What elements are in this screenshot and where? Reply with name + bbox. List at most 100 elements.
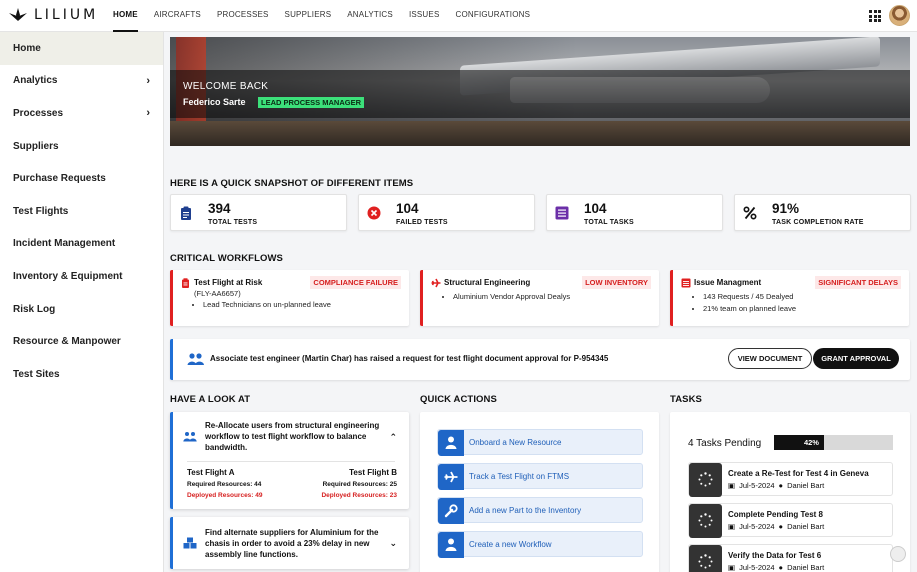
tasks-pending-count: 4 Tasks Pending [688,438,762,449]
chevron-down-icon[interactable]: ⌄ [389,538,397,549]
hero-banner: WELCOME BACK Federico Sarte LEAD PROCESS… [170,37,910,146]
critical-card-issue-management[interactable]: Issue Managment SIGNIFICANT DELAYS 143 R… [670,270,909,326]
critical-card-bullets: 143 Requests / 45 Dealyed 21% team on pl… [703,292,796,316]
calendar-icon: ▣ [728,563,736,572]
status-badge: COMPLIANCE FAILURE [310,276,401,289]
nav-suppliers[interactable]: SUPPLIERS [285,0,332,32]
sidebar-item-risk-log[interactable]: Risk Log [0,293,163,326]
task-item[interactable]: Verify the Data for Test 6 ▣ Jul-5-2024 ● D… [688,544,893,572]
nav-aircrafts[interactable]: AIRCRAFTS [154,0,201,32]
sidebar: Home Analytics › Processes › Suppliers Pur… [0,32,164,572]
task-title: Complete Pending Test 8 [728,510,823,519]
progress-fill: 42% [774,435,824,450]
user-icon: ● [778,481,784,490]
sidebar-item-test-sites[interactable]: Test Sites [0,358,163,391]
status-badge: LOW INVENTORY [582,276,651,289]
person-icon [445,436,457,449]
status-badge: SIGNIFICANT DELAYS [815,276,901,289]
avatar[interactable] [889,5,910,26]
quick-action-label: Add a new Part to the Inventory [469,506,582,515]
task-title: Verify the Data for Test 6 [728,551,822,560]
sidebar-item-test-flights[interactable]: Test Flights [0,195,163,228]
main-content: WELCOME BACK Federico Sarte LEAD PROCESS… [164,32,917,572]
chevron-up-icon[interactable]: ⌃ [389,432,397,443]
deployed-resources-a: Deployed Resources: 49 [187,492,263,499]
stat-value: 91% [772,201,800,216]
sidebar-item-purchase-requests[interactable]: Purchase Requests [0,162,163,195]
recommendation-card-suppliers[interactable]: Find alternate suppliers for Aluminium f… [170,517,409,569]
critical-card-bullets: Aluminium Vendor Approval Dealys [453,292,570,304]
deployed-resources-b: Deployed Resources: 23 [321,492,397,499]
stat-label: FAILED TESTS [396,219,448,226]
stat-card-completion-rate[interactable]: 91% TASK COMPLETION RATE [734,194,911,231]
spinner-icon [698,472,713,487]
critical-card-title: Test Flight at Risk [194,278,263,287]
sidebar-item-inventory-equipment[interactable]: Inventory & Equipment [0,260,163,293]
sidebar-item-suppliers[interactable]: Suppliers [0,130,163,163]
floating-help-button[interactable] [890,546,906,562]
user-name: Federico Sarte [183,97,246,107]
task-user: Daniel Bart [787,563,825,572]
user-icon: ● [778,563,784,572]
nav-issues[interactable]: ISSUES [409,0,440,32]
critical-card-test-flight[interactable]: Test Flight at Risk (FLY-AA6657) COMPLIA… [170,270,409,326]
list-icon [555,206,569,220]
required-resources-a: Required Resources: 44 [187,481,262,488]
recommendation-text: Find alternate suppliers for Aluminium f… [205,528,379,559]
wrench-icon [444,504,458,518]
critical-card-title: Structural Engineering [444,278,531,287]
view-document-button[interactable]: VIEW DOCUMENT [728,348,812,369]
clipboard-icon [181,206,191,220]
stat-card-failed-tests[interactable]: 104 FAILED TESTS [358,194,535,231]
stat-value: 104 [396,201,419,216]
nav-analytics[interactable]: ANALYTICS [347,0,393,32]
task-user: Daniel Bart [787,481,825,490]
role-badge: LEAD PROCESS MANAGER [258,97,365,108]
tasks-title: TASKS [670,394,702,405]
stat-label: TOTAL TESTS [208,219,258,226]
stat-card-total-tests[interactable]: 394 TOTAL TESTS [170,194,347,231]
brand-name: LILIUM [34,7,99,23]
user-icon: ● [778,522,784,531]
grant-approval-button[interactable]: GRANT APPROVAL [813,348,899,369]
sidebar-item-resource-manpower[interactable]: Resource & Manpower [0,325,163,358]
task-user: Daniel Bart [787,522,825,531]
quick-actions-title: QUICK ACTIONS [420,394,497,405]
nav-configurations[interactable]: CONFIGURATIONS [455,0,530,32]
quick-action-create-workflow[interactable]: Create a new Workflow [437,531,643,558]
stat-card-total-tasks[interactable]: 104 TOTAL TASKS [546,194,723,231]
critical-card-structural[interactable]: Structural Engineering LOW INVENTORY Alu… [420,270,659,326]
x-circle-icon [367,206,381,220]
recommendation-text: Re-Allocate users from structural engine… [205,421,380,452]
nav-home[interactable]: HOME [113,0,138,32]
apps-grid-icon[interactable] [869,10,881,22]
required-resources-b: Required Resources: 25 [322,481,397,488]
welcome-text: WELCOME BACK [183,81,269,92]
stat-label: TOTAL TASKS [584,219,634,226]
calendar-icon: ▣ [728,481,736,490]
quick-action-add-part[interactable]: Add a new Part to the Inventory [437,497,643,524]
tasks-progress-bar: 42% [774,435,893,450]
plane-icon [431,278,441,288]
critical-card-title: Issue Managment [694,278,762,287]
sidebar-item-incident-management[interactable]: Incident Management [0,228,163,261]
quick-action-track-flight[interactable]: Track a Test Flight on FTMS [437,463,643,490]
task-date: Jul-5-2024 [739,563,775,572]
sidebar-item-home[interactable]: Home [0,32,163,65]
sidebar-item-processes[interactable]: Processes › [0,97,163,130]
spinner-icon [698,513,713,528]
task-item[interactable]: Complete Pending Test 8 ▣ Jul-5-2024 ● Dani… [688,503,893,538]
task-item[interactable]: Create a Re-Test for Test 4 in Geneva ▣ J… [688,462,893,497]
approval-notice: Associate test engineer (Martin Char) ha… [170,339,910,380]
sidebar-item-analytics[interactable]: Analytics › [0,65,163,98]
task-title: Create a Re-Test for Test 4 in Geneva [728,469,869,478]
recommendation-card-reallocate[interactable]: Re-Allocate users from structural engine… [170,412,409,509]
nav-processes[interactable]: PROCESSES [217,0,269,32]
test-flight-a-label: Test Flight A [187,468,235,477]
lilium-logo-icon [9,8,27,21]
quick-action-onboard-resource[interactable]: Onboard a New Resource [437,429,643,456]
chevron-right-icon: › [146,107,150,120]
boxes-icon [183,537,197,549]
brand-logo[interactable]: LILIUM [8,7,98,23]
spinner-icon [698,554,713,569]
